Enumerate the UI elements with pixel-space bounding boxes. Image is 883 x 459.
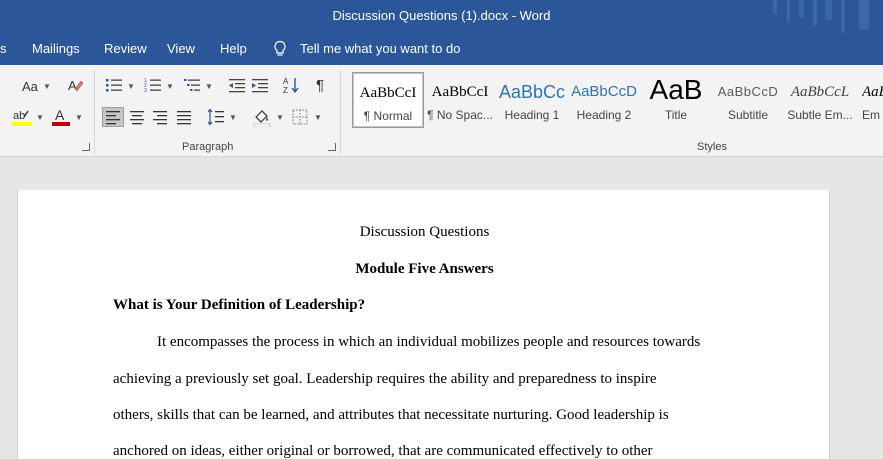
- tab-help[interactable]: Help: [220, 41, 247, 56]
- tab-review[interactable]: Review: [104, 41, 147, 56]
- justify-icon[interactable]: [176, 109, 192, 125]
- paragraph-group-label: Paragraph: [182, 141, 234, 153]
- style-heading-1[interactable]: AaBbCc Heading 1: [496, 72, 568, 128]
- bullets-icon[interactable]: [105, 77, 123, 93]
- style-name: Subtitle: [727, 108, 769, 122]
- numbering-icon[interactable]: 1 2 3: [144, 77, 162, 93]
- align-left-icon: [106, 111, 120, 125]
- style-no-spacing[interactable]: AaBbCcI ¶ No Spac...: [424, 72, 496, 128]
- text-highlight-icon[interactable]: ab: [12, 107, 32, 127]
- show-formatting-marks-icon[interactable]: ¶: [316, 77, 324, 94]
- chevron-down-icon[interactable]: ▼: [276, 113, 284, 122]
- style-sample: AaB: [649, 78, 703, 102]
- style-subtle-emphasis[interactable]: AaBbCcL Subtle Em...: [784, 72, 856, 128]
- ribbon-tabs: s Mailings Review View Help Tell me what…: [0, 33, 883, 65]
- document-title: Discussion Questions: [359, 224, 490, 240]
- paragraph-dialog-launcher[interactable]: [328, 143, 336, 151]
- window-title: Discussion Questions (1).docx - Word: [332, 8, 551, 23]
- svg-text:A: A: [283, 77, 289, 86]
- decrease-indent-icon[interactable]: [228, 77, 246, 93]
- chevron-down-icon[interactable]: ▼: [127, 82, 135, 91]
- style-sample: AaBbCcI: [359, 85, 417, 101]
- tell-me-search[interactable]: Tell me what you want to do: [300, 41, 460, 56]
- document-subtitle: Module Five Answers: [355, 261, 494, 277]
- style-normal[interactable]: AaBbCcI ¶ Normal: [352, 72, 424, 128]
- shading-icon[interactable]: [252, 107, 272, 127]
- chevron-down-icon[interactable]: ▼: [75, 113, 83, 122]
- align-left-button[interactable]: [102, 107, 124, 127]
- style-title[interactable]: AaB Title: [640, 72, 712, 128]
- ribbon: Aa ▼ A ab ▼ A ▼ ▼ 1 2 3 ▼ ▼ A Z ¶ ▼ ▼ ▼ …: [0, 65, 883, 157]
- change-case-button[interactable]: Aa: [22, 79, 38, 94]
- borders-icon[interactable]: [292, 109, 308, 125]
- svg-text:ab: ab: [13, 110, 25, 122]
- style-name: Subtle Em...: [787, 108, 853, 122]
- chevron-down-icon[interactable]: ▼: [314, 113, 322, 122]
- multilevel-list-icon[interactable]: [183, 77, 201, 93]
- document-area: Discussion Questions Module Five Answers…: [0, 157, 883, 459]
- style-sample: AaBbCc: [498, 82, 566, 102]
- tab-references[interactable]: s: [0, 41, 7, 56]
- style-name: Heading 2: [576, 108, 632, 122]
- font-dialog-launcher[interactable]: [82, 143, 90, 151]
- document-page[interactable]: Discussion Questions Module Five Answers…: [17, 190, 830, 459]
- svg-text:A: A: [68, 78, 77, 93]
- style-heading-2[interactable]: AaBbCcD Heading 2: [568, 72, 640, 128]
- style-sample: AaB: [862, 84, 883, 100]
- increase-indent-icon[interactable]: [251, 77, 269, 93]
- style-emphasis[interactable]: AaB Em: [856, 72, 883, 128]
- chevron-down-icon[interactable]: ▼: [43, 82, 51, 91]
- align-right-icon[interactable]: [152, 109, 168, 125]
- svg-text:A: A: [55, 107, 65, 123]
- tab-mailings[interactable]: Mailings: [32, 41, 80, 56]
- style-sample: AaBbCcD: [571, 83, 637, 100]
- document-heading: What is Your Definition of Leadership?: [113, 297, 366, 313]
- chevron-down-icon[interactable]: ▼: [166, 82, 174, 91]
- group-separator: [94, 70, 95, 154]
- svg-text:Z: Z: [283, 86, 288, 94]
- group-separator: [340, 70, 341, 154]
- lightbulb-icon[interactable]: [272, 40, 288, 58]
- chevron-down-icon[interactable]: ▼: [205, 82, 213, 91]
- align-center-icon[interactable]: [129, 109, 145, 125]
- style-name: ¶ No Spac...: [427, 108, 493, 122]
- title-bar: Discussion Questions (1).docx - Word: [0, 0, 883, 33]
- style-name: Heading 1: [504, 108, 560, 122]
- line-spacing-icon[interactable]: [207, 108, 225, 126]
- paragraph-line: others, skills that can be learned, and …: [113, 407, 669, 423]
- font-color-icon[interactable]: A: [51, 107, 71, 127]
- tab-view[interactable]: View: [167, 41, 195, 56]
- chevron-down-icon[interactable]: ▼: [36, 113, 44, 122]
- title-bar-decoration: [763, 0, 883, 33]
- svg-text:3: 3: [144, 88, 147, 93]
- styles-group-label: Styles: [697, 141, 727, 153]
- sort-icon[interactable]: A Z: [283, 76, 299, 94]
- style-subtitle[interactable]: AaBbCcD Subtitle: [712, 72, 784, 128]
- paragraph-line: anchored on ideas, either original or bo…: [113, 443, 653, 459]
- paragraph-line: achieving a previously set goal. Leaders…: [113, 371, 657, 387]
- paragraph-line: It encompasses the process in which an i…: [157, 334, 701, 350]
- clear-formatting-icon[interactable]: A: [66, 77, 84, 93]
- style-name: Em: [862, 108, 880, 122]
- style-sample: AaBbCcL: [790, 84, 850, 100]
- style-sample: AaBbCcD: [717, 84, 779, 99]
- style-name: ¶ Normal: [363, 109, 413, 123]
- style-name: Title: [664, 108, 688, 122]
- chevron-down-icon[interactable]: ▼: [229, 113, 237, 122]
- style-sample: AaBbCcI: [431, 84, 489, 100]
